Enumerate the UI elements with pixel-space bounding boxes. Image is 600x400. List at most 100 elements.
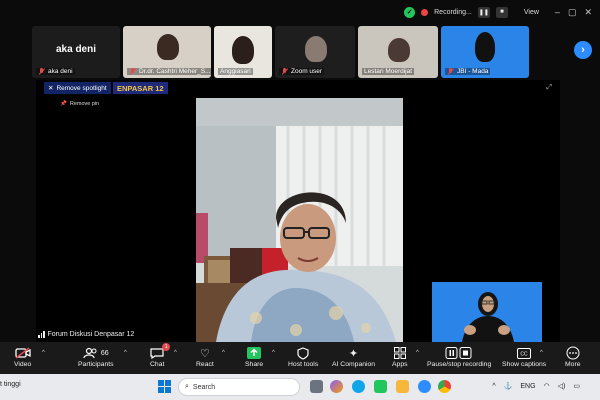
participants-options-chevron-icon[interactable]: ^ — [124, 350, 127, 356]
security-shield-icon[interactable]: ✓ — [404, 6, 416, 18]
taskbar-search-input[interactable]: ⌕ Search — [178, 378, 300, 396]
participant-video-figure — [157, 34, 179, 60]
video-options-chevron-icon[interactable]: ^ — [42, 350, 45, 356]
close-icon[interactable]: ✕ — [584, 7, 592, 18]
share-button[interactable]: Share — [245, 345, 263, 368]
tray-overflow-chevron-icon[interactable]: ^ — [492, 383, 495, 390]
participant-video-figure — [475, 32, 495, 62]
meeting-toolbar: Video ^ 66 Participants ^ 1 Chat ^ ♡ Rea… — [0, 342, 600, 374]
participant-video-figure — [232, 36, 254, 64]
apps-button[interactable]: Apps — [392, 345, 408, 368]
search-placeholder: Search — [192, 383, 216, 391]
show-captions-button[interactable]: CC Show captions — [502, 345, 546, 368]
participant-tile[interactable]: Zoom user — [275, 26, 355, 78]
maximize-icon[interactable]: ▢ — [568, 7, 577, 18]
top-right-controls: ✓ Recording... ❚❚ ■ View – ▢ ✕ — [404, 4, 592, 20]
show-captions-label: Show captions — [502, 361, 547, 368]
chat-icon: 1 — [150, 343, 171, 361]
heart-icon: ♡ — [199, 347, 210, 360]
captions-icon: CC — [517, 345, 532, 361]
sparkle-icon: ✦ — [348, 347, 359, 360]
volume-icon[interactable]: ◁) — [558, 382, 566, 390]
participants-label: Participants — [78, 361, 114, 368]
share-label: Share — [245, 361, 264, 368]
more-dots-icon — [566, 345, 580, 361]
share-options-chevron-icon[interactable]: ^ — [272, 350, 275, 356]
remove-pin-label: Remove pin — [69, 101, 100, 107]
language-indicator[interactable]: ENG — [520, 383, 535, 390]
react-label: React — [196, 361, 214, 368]
participant-tile[interactable]: Lestari Moerdijat — [358, 26, 438, 78]
ai-companion-button[interactable]: ✦ AI Companion — [332, 345, 375, 369]
apps-options-chevron-icon[interactable]: ^ — [416, 350, 419, 356]
participant-tile[interactable]: Dr.dr. Cashtri Meher_S... — [123, 26, 211, 78]
participant-name: Dr.dr. Cashtri Meher_S... — [139, 68, 211, 75]
video-button[interactable]: Video — [14, 345, 31, 368]
host-tools-button[interactable]: Host tools — [288, 345, 318, 368]
shield-icon — [297, 345, 309, 361]
react-options-chevron-icon[interactable]: ^ — [222, 350, 225, 356]
video-off-icon — [14, 345, 31, 361]
video-label: Video — [14, 361, 32, 368]
captions-options-chevron-icon[interactable]: ^ — [540, 350, 543, 356]
remove-spotlight-button[interactable]: ✕ Remove spotlight — [44, 82, 111, 94]
participants-icon: 66 — [83, 345, 109, 361]
meeting-top-bar: ✓ Recording... ❚❚ ■ View – ▢ ✕ — [0, 0, 600, 24]
participant-tile[interactable]: aka deni aka deni — [32, 26, 120, 78]
mic-muted-icon — [281, 68, 288, 75]
speaker-video — [196, 98, 403, 342]
remove-pin-button[interactable]: 📌 Remove pin — [60, 101, 99, 107]
taskbar-left-text: t tinggi — [0, 381, 21, 388]
participant-tile[interactable]: Anggiasari — [214, 26, 272, 78]
participant-name: Anggiasari — [220, 68, 251, 75]
battery-icon[interactable]: ▭ — [573, 382, 580, 390]
interpreter-video[interactable] — [432, 282, 542, 342]
participant-video-figure — [305, 36, 327, 62]
copilot-icon[interactable] — [330, 380, 343, 393]
minimize-icon[interactable]: – — [555, 7, 560, 18]
pin-icon: 📌 — [60, 101, 67, 107]
pause-stop-icon — [445, 345, 473, 361]
file-explorer-icon[interactable] — [396, 380, 409, 393]
task-view-icon[interactable] — [310, 380, 323, 393]
chrome-icon[interactable] — [438, 380, 451, 393]
search-icon: ⌕ — [185, 383, 189, 390]
participants-button[interactable]: 66 Participants — [78, 345, 114, 368]
pause-recording-icon[interactable]: ❚❚ — [477, 6, 490, 18]
participant-name: Lestari Moerdijat — [364, 68, 413, 75]
zoom-app-icon[interactable] — [418, 380, 431, 393]
recording-dot-icon — [421, 8, 429, 16]
participant-name: aka deni — [48, 68, 73, 75]
pause-stop-recording-button[interactable]: Pause/stop recording — [427, 345, 491, 368]
next-page-chevron-icon[interactable]: › — [574, 41, 592, 59]
office-app-icon[interactable] — [374, 380, 387, 393]
mic-muted-icon — [129, 68, 136, 75]
host-tools-label: Host tools — [288, 361, 319, 368]
participants-count: 66 — [100, 349, 109, 357]
windows-start-icon[interactable] — [158, 380, 171, 393]
participant-tile[interactable]: JBI - Mada — [441, 26, 529, 78]
edge-browser-icon[interactable] — [352, 380, 365, 393]
event-banner: ENPASAR 12 — [113, 82, 168, 94]
view-button[interactable]: View — [524, 9, 539, 16]
tray-app-icon[interactable]: ⚓ — [504, 382, 513, 390]
signal-bars-icon — [38, 331, 45, 338]
apps-label: Apps — [392, 361, 408, 368]
recording-label: Recording... — [434, 8, 472, 16]
apps-grid-icon — [393, 345, 406, 361]
pause-stop-recording-label: Pause/stop recording — [427, 361, 492, 368]
svg-text:CC: CC — [520, 351, 528, 357]
wifi-icon[interactable]: ◠ — [544, 382, 550, 390]
stop-recording-icon[interactable]: ■ — [495, 6, 508, 18]
chat-button[interactable]: 1 Chat — [150, 343, 171, 368]
chat-label: Chat — [150, 361, 165, 368]
participant-video-figure — [388, 38, 410, 62]
expand-icon[interactable]: ⤢ — [546, 84, 552, 92]
meeting-name: Forum Diskusi Denpasar 12 — [47, 331, 135, 338]
chat-unread-badge: 1 — [162, 343, 171, 351]
react-button[interactable]: ♡ React — [196, 345, 214, 369]
participant-display-name: aka deni — [55, 44, 97, 55]
chat-options-chevron-icon[interactable]: ^ — [174, 350, 177, 356]
more-button[interactable]: More — [565, 345, 581, 368]
meeting-info: Forum Diskusi Denpasar 12 — [38, 331, 134, 338]
